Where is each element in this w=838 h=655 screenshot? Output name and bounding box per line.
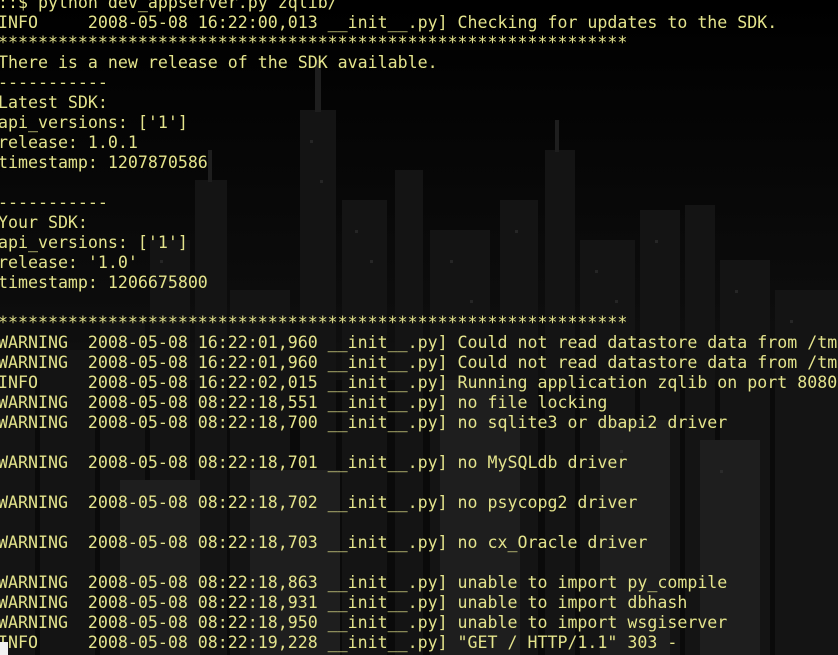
terminal-line: release: 1.0.1 xyxy=(0,133,138,152)
terminal-line: Your SDK: xyxy=(0,213,88,232)
terminal-line: timestamp: 1206675800 xyxy=(0,273,208,292)
terminal-line: INFO 2008-05-08 16:22:02,015 __init__.py… xyxy=(0,373,838,392)
terminal-line: release: '1.0' xyxy=(0,253,138,272)
terminal-window[interactable]: ::$ python dev_appserver.py zqlib/INFO 2… xyxy=(0,0,838,655)
terminal-line: WARNING 2008-05-08 08:22:18,700 __init__… xyxy=(0,413,728,432)
terminal-line: There is a new release of the SDK availa… xyxy=(0,53,438,72)
terminal-line: ----------- xyxy=(0,73,108,92)
terminal-line: WARNING 2008-05-08 08:22:18,863 __init__… xyxy=(0,573,728,592)
terminal-line: WARNING 2008-05-08 08:22:18,703 __init__… xyxy=(0,533,648,552)
terminal-output: ::$ python dev_appserver.py zqlib/INFO 2… xyxy=(0,0,837,653)
text-cursor xyxy=(0,642,8,655)
terminal-line: WARNING 2008-05-08 16:22:01,960 __init__… xyxy=(0,333,838,352)
terminal-line: api_versions: ['1'] xyxy=(0,233,188,252)
terminal-line: Latest SDK: xyxy=(0,93,108,112)
terminal-line: WARNING 2008-05-08 08:22:18,702 __init__… xyxy=(0,493,638,512)
terminal-line: INFO 2008-05-08 08:22:19,228 __init__.py… xyxy=(0,633,678,652)
terminal-line: api_versions: ['1'] xyxy=(0,113,188,132)
terminal-line: WARNING 2008-05-08 16:22:01,960 __init__… xyxy=(0,353,838,372)
terminal-line: ****************************************… xyxy=(0,33,628,52)
terminal-line: ----------- xyxy=(0,193,108,212)
terminal-line: WARNING 2008-05-08 08:22:18,931 __init__… xyxy=(0,593,688,612)
terminal-line: WARNING 2008-05-08 08:22:18,950 __init__… xyxy=(0,613,728,632)
terminal-line: timestamp: 1207870586 xyxy=(0,153,208,172)
terminal-line: ****************************************… xyxy=(0,313,628,332)
terminal-line: WARNING 2008-05-08 08:22:18,551 __init__… xyxy=(0,393,608,412)
terminal-line: INFO 2008-05-08 16:22:00,013 __init__.py… xyxy=(0,13,778,32)
terminal-line: ::$ python dev_appserver.py zqlib/ xyxy=(0,0,338,12)
terminal-line: WARNING 2008-05-08 08:22:18,701 __init__… xyxy=(0,453,628,472)
